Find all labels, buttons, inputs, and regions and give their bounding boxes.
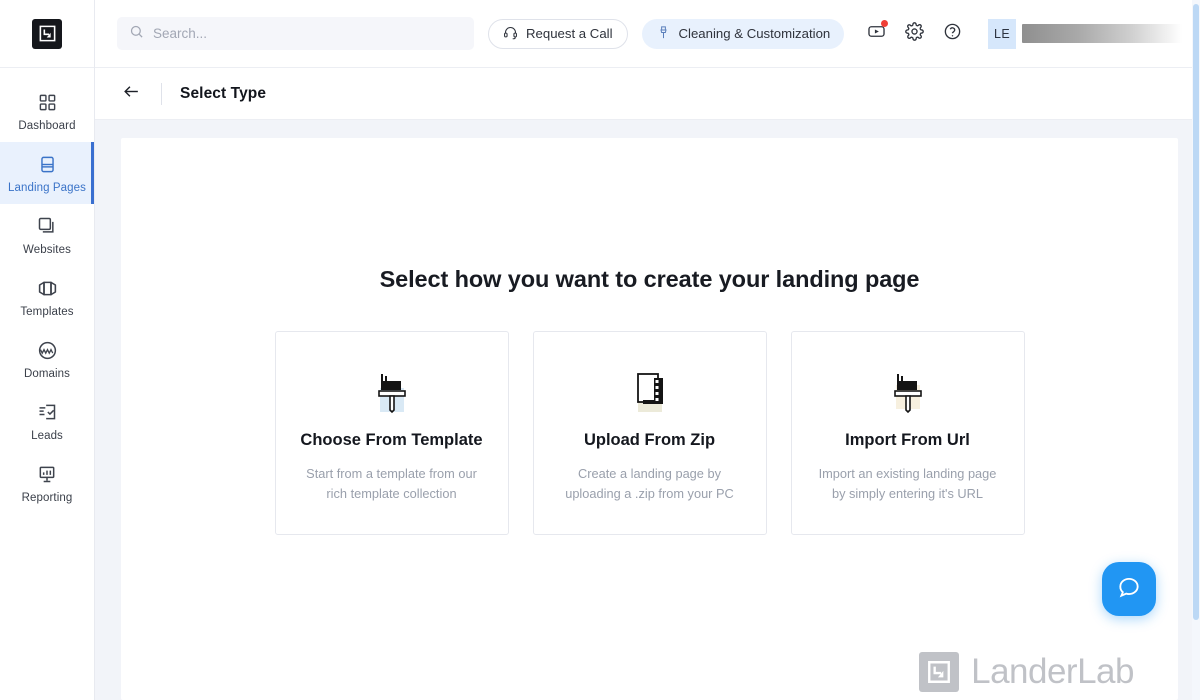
card-import-from-url[interactable]: Import From Url Import an existing landi…: [790, 331, 1025, 535]
sidebar-item-landing-pages[interactable]: Landing Pages: [0, 142, 94, 204]
user-menu[interactable]: LE: [988, 18, 1183, 49]
search-field[interactable]: [117, 17, 475, 50]
sidebar-item-templates[interactable]: Templates: [0, 266, 94, 328]
sidebar-item-label: Websites: [23, 244, 71, 256]
card-description: Import an existing landing page by simpl…: [818, 466, 997, 501]
left-sidebar: Dashboard Landing Pages Websites Templat…: [0, 0, 95, 700]
watermark-text: LanderLab: [971, 652, 1134, 691]
cleaning-customization-label: Cleaning & Customization: [678, 26, 831, 41]
chart-board-icon: [37, 462, 57, 486]
paintbrush-icon: [887, 368, 929, 414]
top-bar: Request a Call Cleaning & Customization: [95, 0, 1200, 68]
cleaning-customization-button[interactable]: Cleaning & Customization: [641, 18, 845, 49]
sidebar-item-label: Domains: [23, 368, 71, 380]
request-a-call-button[interactable]: Request a Call: [488, 18, 628, 49]
card-title: Upload From Zip: [583, 431, 716, 449]
arrow-left-icon: [122, 82, 141, 106]
paintbrush-icon: [371, 368, 413, 414]
settings-button[interactable]: [902, 21, 926, 47]
sidebar-item-label: Templates: [20, 306, 74, 318]
sidebar-nav: Dashboard Landing Pages Websites Templat…: [0, 68, 94, 514]
card-title: Choose From Template: [300, 431, 483, 449]
brush-icon: [656, 25, 671, 43]
scrollbar-thumb[interactable]: [1193, 4, 1199, 620]
card-description: Start from a template from our rich temp…: [306, 466, 477, 501]
content-area: Select how you want to create your landi…: [95, 120, 1200, 700]
card-description: Create a landing page by uploading a .zi…: [565, 466, 734, 501]
video-tutorial-button[interactable]: [864, 19, 889, 47]
headline: Select how you want to create your landi…: [379, 266, 920, 292]
help-circle-icon: [943, 22, 962, 46]
avatar: LE: [988, 18, 1017, 49]
sidebar-item-label: Landing Pages: [7, 182, 87, 194]
chat-support-button[interactable]: [1102, 562, 1156, 616]
app-root: Dashboard Landing Pages Websites Templat…: [0, 0, 1200, 700]
page-icon: [38, 152, 57, 176]
card-upload-from-zip[interactable]: Upload From Zip Create a landing page by…: [532, 331, 767, 535]
sidebar-item-label: Reporting: [21, 492, 73, 504]
page-scrollbar[interactable]: [1192, 0, 1200, 700]
card-choose-from-template[interactable]: Choose From Template Start from a templa…: [274, 331, 509, 535]
sidebar-item-reporting[interactable]: Reporting: [0, 452, 94, 514]
grid-icon: [38, 90, 57, 114]
search-icon: [129, 24, 144, 44]
user-name-redacted: [1022, 24, 1183, 43]
brand-logo[interactable]: [0, 0, 94, 68]
page-header: Select Type: [95, 68, 1200, 120]
sidebar-item-leads[interactable]: Leads: [0, 390, 94, 452]
zip-file-icon: [629, 368, 671, 414]
globe-www-icon: [37, 338, 58, 362]
page-title: Select Type: [180, 84, 267, 102]
checklist-icon: [37, 400, 57, 424]
layers-icon: [37, 214, 57, 238]
chat-bubble-icon: [1116, 574, 1142, 605]
landerlab-watermark: LanderLab: [919, 652, 1134, 692]
landerlab-logo-icon: [919, 652, 960, 692]
sidebar-item-label: Leads: [31, 430, 63, 442]
request-a-call-label: Request a Call: [526, 26, 613, 41]
select-type-panel: Select how you want to create your landi…: [121, 138, 1178, 700]
sidebar-item-label: Dashboard: [18, 120, 76, 132]
headset-icon: [503, 25, 518, 43]
back-button[interactable]: [119, 82, 143, 106]
gear-icon: [904, 21, 924, 46]
option-cards: Choose From Template Start from a templa…: [274, 331, 1025, 535]
sidebar-item-websites[interactable]: Websites: [0, 204, 94, 266]
search-input[interactable]: [153, 26, 463, 41]
landerlab-logo-icon: [32, 18, 62, 49]
sidebar-item-domains[interactable]: Domains: [0, 328, 94, 390]
header-divider: [161, 82, 162, 105]
help-button[interactable]: [940, 21, 964, 47]
templates-icon: [37, 276, 58, 300]
notification-dot: [881, 19, 889, 27]
main-region: Request a Call Cleaning & Customization: [95, 0, 1200, 700]
card-title: Import From Url: [845, 431, 970, 449]
sidebar-item-dashboard[interactable]: Dashboard: [0, 80, 94, 142]
